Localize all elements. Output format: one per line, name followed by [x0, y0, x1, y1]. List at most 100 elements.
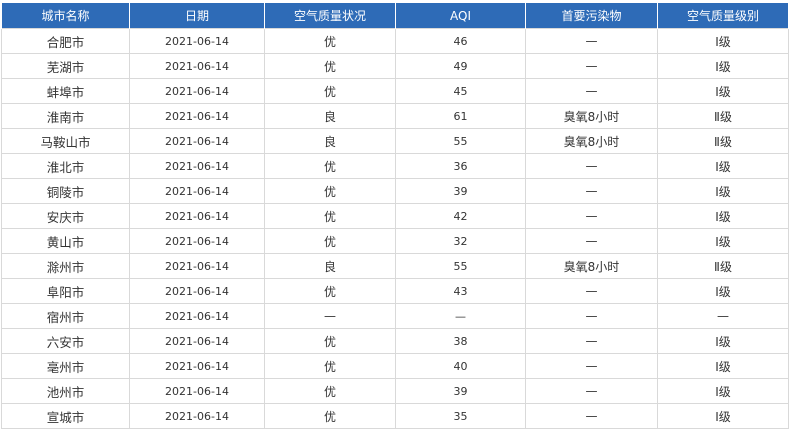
- cell-status: 优: [264, 28, 396, 54]
- cell-aqi: 49: [395, 53, 526, 79]
- cell-level: Ⅰ级: [657, 178, 789, 204]
- cell-level: Ⅰ级: [657, 378, 789, 404]
- cell-aqi: 55: [395, 128, 526, 154]
- cell-pollutant: —: [525, 278, 658, 304]
- table-row: 黄山市 2021-06-14 优 32— Ⅰ级: [1, 228, 789, 254]
- cell-aqi: 46: [395, 28, 526, 54]
- cell-aqi: —: [395, 303, 526, 329]
- cell-status: —: [264, 303, 396, 329]
- cell-level: Ⅰ级: [657, 153, 789, 179]
- cell-status: 优: [264, 78, 396, 104]
- cell-city: 池州市: [1, 378, 130, 404]
- cell-level: Ⅰ级: [657, 353, 789, 379]
- cell-date: 2021-06-14: [129, 353, 265, 379]
- table-row: 宿州市 2021-06-14— — — —: [1, 303, 789, 329]
- cell-pollutant: —: [525, 53, 658, 79]
- cell-city: 蚌埠市: [1, 78, 130, 104]
- table-row: 亳州市 2021-06-14 优 40— Ⅰ级: [1, 353, 789, 379]
- cell-status: 优: [264, 353, 396, 379]
- cell-city: 安庆市: [1, 203, 130, 229]
- cell-status: 良: [264, 103, 396, 129]
- cell-level: Ⅰ级: [657, 53, 789, 79]
- table-row: 合肥市 2021-06-14 优 46— Ⅰ级: [1, 28, 789, 54]
- cell-city: 宿州市: [1, 303, 130, 329]
- cell-status: 优: [264, 378, 396, 404]
- cell-level: Ⅱ级: [657, 253, 789, 279]
- cell-date: 2021-06-14: [129, 403, 265, 429]
- cell-status: 优: [264, 178, 396, 204]
- cell-status: 优: [264, 403, 396, 429]
- cell-pollutant: —: [525, 403, 658, 429]
- cell-status: 优: [264, 203, 396, 229]
- cell-status: 优: [264, 228, 396, 254]
- table-row: 安庆市 2021-06-14 优 42— Ⅰ级: [1, 203, 789, 229]
- cell-pollutant: 臭氧8小时: [525, 253, 658, 279]
- cell-date: 2021-06-14: [129, 378, 265, 404]
- cell-aqi: 42: [395, 203, 526, 229]
- cell-date: 2021-06-14: [129, 178, 265, 204]
- cell-city: 阜阳市: [1, 278, 130, 304]
- table-row: 滁州市 2021-06-14 良 55 臭氧8小时 Ⅱ级: [1, 253, 789, 279]
- cell-pollutant: 臭氧8小时: [525, 128, 658, 154]
- header-aqi[interactable]: AQI: [395, 3, 526, 29]
- cell-date: 2021-06-14: [129, 328, 265, 354]
- air-quality-page: 城市名称 日期 空气质量状况 AQI 首要污染物 空气质量级别 合肥市 2021-…: [0, 0, 789, 432]
- cell-city: 芜湖市: [1, 53, 130, 79]
- table-row: 淮南市 2021-06-14 良 61 臭氧8小时 Ⅱ级: [1, 103, 789, 129]
- cell-city: 马鞍山市: [1, 128, 130, 154]
- cell-pollutant: —: [525, 28, 658, 54]
- cell-pollutant: —: [525, 178, 658, 204]
- cell-date: 2021-06-14: [129, 228, 265, 254]
- header-primary-pollutant[interactable]: 首要污染物: [525, 3, 658, 29]
- header-air-quality-level[interactable]: 空气质量级别: [657, 3, 789, 29]
- cell-city: 合肥市: [1, 28, 130, 54]
- header-city-name[interactable]: 城市名称: [1, 3, 130, 29]
- cell-city: 黄山市: [1, 228, 130, 254]
- table-row: 蚌埠市 2021-06-14 优 45— Ⅰ级: [1, 78, 789, 104]
- cell-pollutant: —: [525, 228, 658, 254]
- cell-aqi: 45: [395, 78, 526, 104]
- cell-date: 2021-06-14: [129, 53, 265, 79]
- cell-level: Ⅱ级: [657, 128, 789, 154]
- cell-status: 优: [264, 153, 396, 179]
- cell-aqi: 43: [395, 278, 526, 304]
- cell-aqi: 38: [395, 328, 526, 354]
- cell-pollutant: —: [525, 203, 658, 229]
- cell-status: 优: [264, 328, 396, 354]
- cell-aqi: 40: [395, 353, 526, 379]
- cell-aqi: 35: [395, 403, 526, 429]
- header-date[interactable]: 日期: [129, 3, 265, 29]
- cell-level: Ⅰ级: [657, 203, 789, 229]
- cell-status: 良: [264, 128, 396, 154]
- cell-aqi: 36: [395, 153, 526, 179]
- cell-city: 滁州市: [1, 253, 130, 279]
- header-air-quality-status[interactable]: 空气质量状况: [264, 3, 396, 29]
- cell-pollutant: —: [525, 328, 658, 354]
- cell-level: Ⅰ级: [657, 228, 789, 254]
- cell-level: Ⅰ级: [657, 78, 789, 104]
- table-row: 宣城市 2021-06-14 优 35— Ⅰ级: [1, 403, 789, 429]
- cell-date: 2021-06-14: [129, 128, 265, 154]
- air-quality-table: 城市名称 日期 空气质量状况 AQI 首要污染物 空气质量级别 合肥市 2021-…: [1, 3, 789, 429]
- cell-aqi: 32: [395, 228, 526, 254]
- table-row: 池州市 2021-06-14 优 39— Ⅰ级: [1, 378, 789, 404]
- cell-aqi: 39: [395, 378, 526, 404]
- cell-status: 优: [264, 53, 396, 79]
- cell-date: 2021-06-14: [129, 303, 265, 329]
- cell-level: Ⅰ级: [657, 278, 789, 304]
- table-row: 芜湖市 2021-06-14 优 49— Ⅰ级: [1, 53, 789, 79]
- cell-city: 铜陵市: [1, 178, 130, 204]
- cell-aqi: 39: [395, 178, 526, 204]
- table-row: 阜阳市 2021-06-14 优 43— Ⅰ级: [1, 278, 789, 304]
- table-body: 合肥市 2021-06-14 优 46— Ⅰ级 芜湖市 2021-06-14 优 49— Ⅰ级 蚌埠…: [1, 28, 789, 429]
- header-row: 城市名称 日期 空气质量状况 AQI 首要污染物 空气质量级别: [1, 3, 789, 29]
- cell-pollutant: —: [525, 303, 658, 329]
- cell-status: 优: [264, 278, 396, 304]
- cell-date: 2021-06-14: [129, 78, 265, 104]
- cell-level: —: [657, 303, 789, 329]
- cell-date: 2021-06-14: [129, 278, 265, 304]
- cell-status: 良: [264, 253, 396, 279]
- table-row: 马鞍山市 2021-06-14 良 55 臭氧8小时 Ⅱ级: [1, 128, 789, 154]
- cell-city: 淮北市: [1, 153, 130, 179]
- cell-city: 六安市: [1, 328, 130, 354]
